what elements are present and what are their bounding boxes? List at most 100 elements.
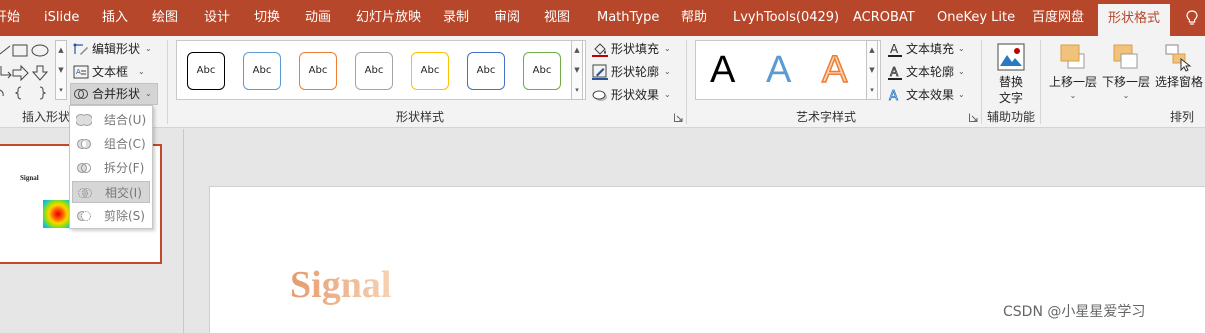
intersect-icon: [78, 188, 92, 198]
text-box-button[interactable]: A 文本框 ⌄: [73, 62, 149, 82]
tab-insert[interactable]: 插入: [102, 0, 128, 36]
menu-item-fragment-label: 拆分(F): [104, 161, 145, 175]
svg-text:A: A: [76, 68, 81, 76]
text-effects-button[interactable]: A 文本效果 ⌄: [887, 85, 969, 105]
tab-help[interactable]: 帮助: [681, 0, 707, 36]
merge-shapes-label: 合并形状: [92, 87, 141, 101]
chevron-down-icon: ⌄: [1122, 91, 1130, 100]
wordart-preset-blue[interactable]: A: [766, 47, 791, 93]
scroll-up-icon[interactable]: ▲: [867, 41, 877, 59]
svg-text:A: A: [890, 42, 899, 56]
tab-lvyhtools[interactable]: LvyhTools(0429): [733, 0, 839, 36]
chevron-down-icon: ⌄: [138, 67, 145, 76]
expand-gallery-icon[interactable]: ▾: [56, 81, 66, 99]
watermark-text: CSDN @小星星爱学习: [1003, 304, 1146, 320]
merge-shapes-button[interactable]: 合并形状 ⌄: [70, 83, 158, 105]
lightbulb-icon[interactable]: [1186, 10, 1198, 26]
slide-title[interactable]: Signal: [290, 263, 391, 307]
shape-style-preset-5[interactable]: Abc: [411, 52, 449, 90]
menu-item-combine-label: 组合(C): [104, 137, 146, 151]
edit-shape-button[interactable]: 编辑形状 ⌄: [73, 39, 157, 59]
scroll-down-icon[interactable]: ▼: [867, 61, 877, 79]
merge-shapes-icon: [74, 89, 88, 99]
shapes-gallery[interactable]: [0, 40, 54, 100]
shape-outline-button[interactable]: 形状轮廓 ⌄: [592, 62, 676, 82]
tab-islide[interactable]: iSlide: [44, 0, 79, 36]
merge-shapes-menu: 结合(U) 组合(C) 拆分(F) 相交(I) 剪除(S): [69, 105, 153, 229]
chevron-down-icon: ⌄: [958, 44, 965, 53]
shape-style-preset-2[interactable]: Abc: [243, 52, 281, 90]
chevron-down-icon: ⌄: [145, 89, 152, 98]
dialog-launcher-icon[interactable]: [969, 113, 978, 122]
menu-item-subtract[interactable]: 剪除(S): [72, 205, 150, 227]
tab-home[interactable]: 开始: [0, 0, 20, 36]
chevron-down-icon: ⌄: [145, 44, 152, 53]
tab-onekey-lite[interactable]: OneKey Lite: [937, 0, 1015, 36]
tab-baidu-netdisk[interactable]: 百度网盘: [1032, 0, 1084, 36]
menu-item-subtract-label: 剪除(S): [104, 209, 145, 223]
wordart-styles-group-label: 艺术字样式: [795, 110, 856, 124]
bring-forward-icon: [1060, 44, 1085, 69]
expand-gallery-icon[interactable]: ▾: [867, 81, 877, 99]
shape-style-preset-1[interactable]: Abc: [187, 52, 225, 90]
tab-shape-format[interactable]: 形状格式: [1098, 4, 1170, 36]
tab-mathtype[interactable]: MathType: [597, 0, 659, 36]
shape-fill-button[interactable]: 形状填充 ⌄: [592, 39, 676, 59]
shape-styles-gallery: Abc Abc Abc Abc Abc Abc Abc: [176, 40, 586, 100]
group-divider: [981, 40, 982, 124]
chevron-down-icon: ⌄: [664, 90, 671, 99]
shapes-gallery-scrollbar[interactable]: ▲ ▼ ▾: [55, 40, 67, 100]
alt-text-label-line2: 文字: [998, 91, 1023, 105]
tab-review[interactable]: 审阅: [494, 0, 520, 36]
selection-pane-button[interactable]: 选择窗格: [1153, 40, 1205, 106]
tab-slideshow[interactable]: 幻灯片放映: [356, 0, 421, 36]
wordart-preset-orange[interactable]: A: [821, 47, 848, 93]
menu-item-combine[interactable]: 组合(C): [72, 133, 150, 155]
wordart-preset-black[interactable]: A: [710, 47, 735, 93]
shape-style-preset-7[interactable]: Abc: [523, 52, 561, 90]
menu-item-fragment[interactable]: 拆分(F): [72, 157, 150, 179]
shape-style-preset-6[interactable]: Abc: [467, 52, 505, 90]
shape-style-preset-4[interactable]: Abc: [355, 52, 393, 90]
chevron-down-icon: ⌄: [1069, 91, 1077, 100]
shape-style-preset-3[interactable]: Abc: [299, 52, 337, 90]
scroll-down-icon[interactable]: ▼: [56, 61, 66, 79]
tab-design[interactable]: 设计: [204, 0, 230, 36]
text-fill-button[interactable]: A 文本填充 ⌄: [887, 39, 969, 59]
expand-gallery-icon[interactable]: ▾: [572, 81, 582, 99]
group-divider: [686, 40, 687, 124]
tab-animations[interactable]: 动画: [305, 0, 331, 36]
text-outline-button[interactable]: A 文本轮廓 ⌄: [887, 62, 969, 82]
dialog-launcher-icon[interactable]: [674, 113, 683, 122]
send-backward-button[interactable]: 下移一层 ⌄: [1099, 40, 1153, 106]
wordart-styles-scrollbar[interactable]: ▲ ▼ ▾: [866, 40, 878, 100]
paint-bucket-icon: [592, 43, 608, 57]
bring-forward-button[interactable]: 上移一层 ⌄: [1046, 40, 1100, 106]
menu-item-intersect[interactable]: 相交(I): [72, 181, 150, 203]
tab-transitions[interactable]: 切换: [254, 0, 280, 36]
accessibility-group-label: 辅助功能: [986, 110, 1035, 124]
scroll-up-icon[interactable]: ▲: [572, 41, 582, 59]
scroll-down-icon[interactable]: ▼: [572, 61, 582, 79]
tab-acrobat[interactable]: ACROBAT: [853, 0, 915, 36]
text-outline-icon: A: [888, 65, 902, 80]
tab-view[interactable]: 视图: [544, 0, 570, 36]
shape-effects-label: 形状效果: [611, 88, 660, 102]
scroll-up-icon[interactable]: ▲: [56, 41, 66, 59]
union-icon: [76, 114, 92, 126]
chevron-down-icon: ⌄: [664, 67, 671, 76]
shape-styles-group-label: 形状样式: [395, 110, 444, 124]
send-backward-icon: [1113, 44, 1138, 69]
wordart-styles-gallery: A A A: [695, 40, 881, 100]
tab-record[interactable]: 录制: [443, 0, 469, 36]
menu-item-union[interactable]: 结合(U): [72, 109, 150, 131]
alt-text-button[interactable]: 替换 文字: [988, 40, 1034, 106]
ribbon-tab-bar: 开始 iSlide 插入 绘图 设计 切换 动画 幻灯片放映 录制 审阅 视图 …: [0, 0, 1205, 36]
menu-item-union-label: 结合(U): [104, 113, 147, 127]
chevron-down-icon: ⌄: [958, 67, 965, 76]
tab-draw[interactable]: 绘图: [152, 0, 178, 36]
shape-styles-scrollbar[interactable]: ▲ ▼ ▾: [571, 40, 583, 100]
subtract-icon: [77, 211, 91, 221]
shape-effects-button[interactable]: 形状效果 ⌄: [592, 85, 676, 105]
group-divider: [167, 40, 168, 124]
